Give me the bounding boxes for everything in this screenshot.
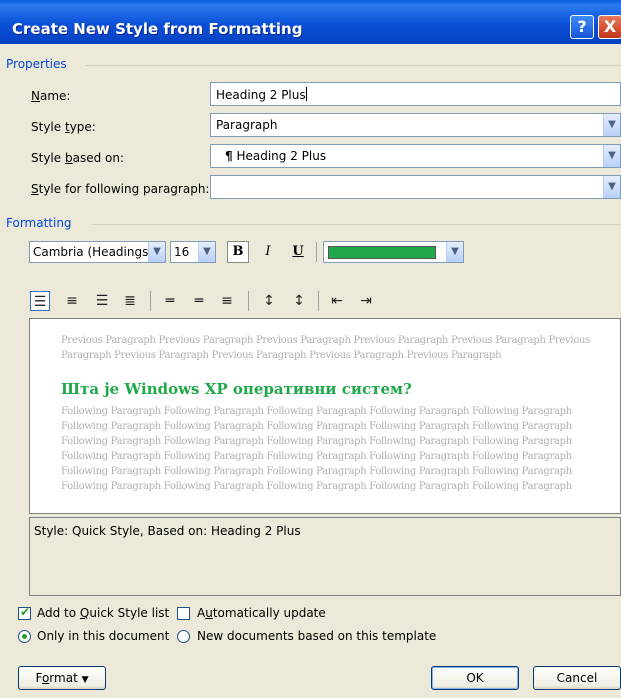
previous-paragraph-line: Paragraph Previous Paragraph Previous Pa… bbox=[61, 350, 502, 361]
chevron-down-icon[interactable]: ▼ bbox=[603, 145, 620, 167]
auto-update-checkbox[interactable] bbox=[177, 607, 190, 620]
font-select[interactable]: Cambria (Headings) ▼ bbox=[29, 241, 166, 263]
help-icon[interactable]: ? bbox=[570, 15, 594, 39]
properties-group-label: Properties bbox=[6, 57, 67, 71]
name-label: Name: bbox=[31, 89, 71, 103]
cancel-button[interactable]: Cancel bbox=[533, 666, 621, 690]
style-description: Style: Quick Style, Based on: Heading 2 … bbox=[34, 524, 301, 538]
style-type-value: Paragraph bbox=[216, 118, 278, 132]
chevron-down-icon[interactable]: ▼ bbox=[603, 114, 620, 136]
only-this-document-label[interactable]: Only in this document bbox=[37, 629, 169, 643]
add-quick-style-label[interactable]: Add to Quick Style list bbox=[37, 606, 169, 620]
font-size-value: 16 bbox=[174, 245, 190, 259]
following-paragraph-line: Following Paragraph Following Paragraph … bbox=[61, 406, 572, 417]
title-bar: Create New Style from Formatting ? X bbox=[0, 0, 621, 44]
justify-icon[interactable]: ≣ bbox=[120, 291, 140, 311]
style-type-label: Style type: bbox=[31, 120, 96, 134]
space-before-icon[interactable]: ↕ bbox=[259, 291, 279, 311]
formatting-group-label: Formatting bbox=[6, 216, 72, 230]
line-spacing-onehalf-icon[interactable]: ═ bbox=[189, 291, 209, 311]
italic-button[interactable]: I bbox=[257, 241, 279, 263]
following-paragraph-label: Style for following paragraph: bbox=[31, 182, 210, 196]
font-value: Cambria (Headings) bbox=[33, 245, 154, 259]
toolbar-separator bbox=[318, 291, 319, 311]
chevron-down-icon[interactable]: ▼ bbox=[446, 242, 463, 262]
toolbar-separator bbox=[248, 291, 249, 311]
style-description-box: Style: Quick Style, Based on: Heading 2 … bbox=[29, 517, 621, 596]
font-color-select[interactable]: ▼ bbox=[323, 241, 464, 263]
style-preview-pane: Previous Paragraph Previous Paragraph Pr… bbox=[29, 318, 621, 514]
following-paragraph-line: Following Paragraph Following Paragraph … bbox=[61, 481, 572, 492]
style-type-select[interactable]: Paragraph ▼ bbox=[210, 113, 621, 137]
following-paragraph-select[interactable]: ▼ bbox=[210, 175, 621, 199]
chevron-down-icon: ▼ bbox=[81, 675, 89, 685]
auto-update-label[interactable]: Automatically update bbox=[197, 606, 326, 620]
following-paragraph-line: Following Paragraph Following Paragraph … bbox=[61, 421, 572, 432]
based-on-label: Style based on: bbox=[31, 151, 125, 165]
font-size-select[interactable]: 16 ▼ bbox=[170, 241, 216, 263]
formatting-divider bbox=[92, 224, 621, 225]
check-icon: ✔ bbox=[20, 605, 31, 619]
space-after-icon[interactable]: ↕ bbox=[289, 291, 309, 311]
underline-button[interactable]: U bbox=[287, 241, 309, 263]
window-title: Create New Style from Formatting bbox=[12, 20, 303, 38]
chevron-down-icon[interactable]: ▼ bbox=[148, 242, 165, 262]
align-center-icon[interactable]: ≡ bbox=[62, 291, 82, 311]
based-on-select[interactable]: ¶ Heading 2 Plus ▼ bbox=[210, 144, 621, 168]
preview-heading: Шта је Windows XP оперативни систем? bbox=[61, 380, 412, 398]
ok-button[interactable]: OK bbox=[431, 666, 519, 690]
new-documents-template-label[interactable]: New documents based on this template bbox=[197, 629, 436, 643]
format-button[interactable]: Format ▼ bbox=[18, 666, 106, 690]
paragraph-mark-icon: ¶ bbox=[225, 149, 233, 163]
font-color-swatch bbox=[328, 246, 436, 259]
name-value: Heading 2 Plus bbox=[216, 88, 306, 102]
decrease-indent-icon[interactable]: ⇤ bbox=[327, 291, 347, 311]
align-left-icon[interactable]: ☰ bbox=[30, 291, 50, 311]
toolbar-separator bbox=[150, 291, 151, 311]
previous-paragraph-line: Previous Paragraph Previous Paragraph Pr… bbox=[61, 335, 590, 346]
increase-indent-icon[interactable]: ⇥ bbox=[356, 291, 376, 311]
only-this-document-radio[interactable] bbox=[18, 630, 31, 643]
text-cursor bbox=[305, 87, 307, 101]
line-spacing-single-icon[interactable]: ═ bbox=[160, 291, 180, 311]
following-paragraph-line: Following Paragraph Following Paragraph … bbox=[61, 436, 572, 447]
following-paragraph-line: Following Paragraph Following Paragraph … bbox=[61, 466, 572, 477]
chevron-down-icon[interactable]: ▼ bbox=[603, 176, 620, 198]
following-paragraph-line: Following Paragraph Following Paragraph … bbox=[61, 451, 572, 462]
radio-selected-icon bbox=[22, 634, 27, 639]
name-input[interactable]: Heading 2 Plus bbox=[210, 82, 621, 106]
close-icon[interactable]: X bbox=[598, 15, 621, 39]
based-on-value: Heading 2 Plus bbox=[236, 149, 327, 163]
properties-divider bbox=[86, 65, 621, 66]
toolbar-separator bbox=[316, 242, 317, 262]
add-quick-style-checkbox[interactable]: ✔ bbox=[18, 605, 31, 620]
chevron-down-icon[interactable]: ▼ bbox=[198, 242, 215, 262]
new-documents-template-radio[interactable] bbox=[177, 630, 190, 643]
bold-button[interactable]: B bbox=[227, 241, 249, 263]
align-right-icon[interactable]: ☰ bbox=[92, 291, 112, 311]
line-spacing-double-icon[interactable]: ≡ bbox=[217, 291, 237, 311]
